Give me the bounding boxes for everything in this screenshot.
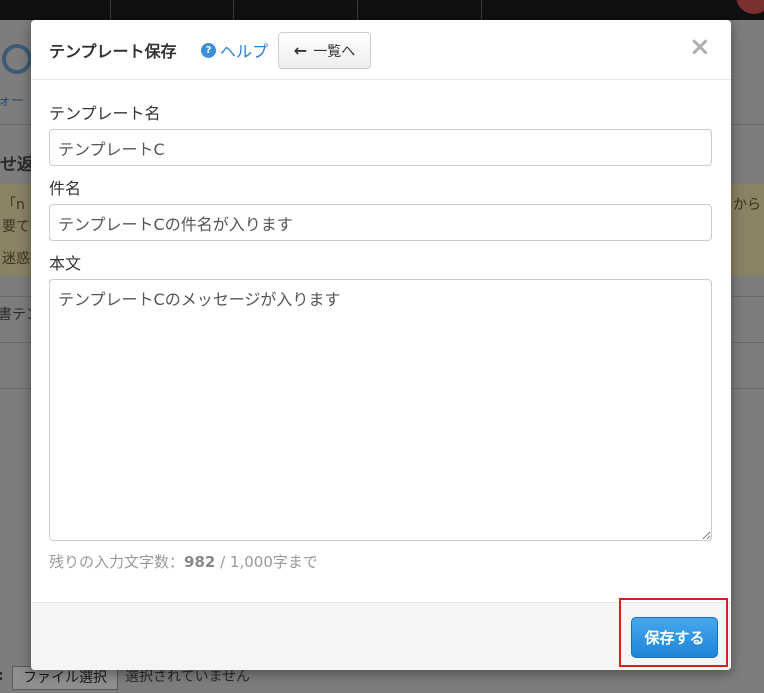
back-to-list-button[interactable]: ← 一覧へ [278, 32, 371, 69]
save-button[interactable]: 保存する [631, 617, 718, 658]
back-to-list-label: 一覧へ [313, 43, 356, 60]
background-topbar [0, 0, 764, 20]
subject-label: 件名 [49, 179, 82, 198]
background-colon: : [0, 668, 4, 684]
help-link[interactable]: ? ヘルプ [201, 38, 268, 62]
close-icon[interactable]: × [689, 34, 711, 60]
background-warning-text: 迷惑 [2, 251, 30, 267]
template-save-modal: テンプレート保存 ? ヘルプ ← 一覧へ × テンプレート名 件名 本文 テンプ… [31, 20, 731, 670]
help-link-label: ヘルプ [220, 42, 269, 61]
background-warning-text: 要て [2, 219, 30, 235]
background-page-title: せ返 [0, 155, 34, 175]
background-warning-text: から [733, 197, 761, 213]
background-avatar [736, 0, 764, 14]
modal-title: テンプレート保存 [49, 42, 177, 61]
template-name-label: テンプレート名 [49, 104, 161, 123]
arrow-left-icon: ← [293, 40, 308, 60]
counter-prefix: 残りの入力文字数： [49, 553, 185, 571]
gear-icon [2, 44, 32, 74]
background-warning-text: 「n [2, 197, 25, 213]
character-counter: 残りの入力文字数：982 / 1,000字まで [49, 551, 318, 572]
body-label: 本文 [49, 254, 82, 273]
modal-footer: 保存する [31, 598, 731, 670]
topbar-separator [233, 0, 234, 20]
topbar-separator [481, 0, 482, 20]
subject-input[interactable] [49, 204, 712, 241]
topbar-separator [110, 0, 111, 20]
background-label: ォー [0, 94, 25, 109]
modal-header: テンプレート保存 ? ヘルプ ← 一覧へ × [31, 20, 731, 80]
topbar-separator [357, 0, 358, 20]
counter-remaining: 982 [184, 553, 216, 571]
help-icon: ? [201, 42, 216, 58]
counter-suffix: / 1,000字まで [215, 553, 318, 571]
body-textarea[interactable]: テンプレートCのメッセージが入ります [49, 279, 712, 541]
template-name-input[interactable] [49, 129, 712, 166]
